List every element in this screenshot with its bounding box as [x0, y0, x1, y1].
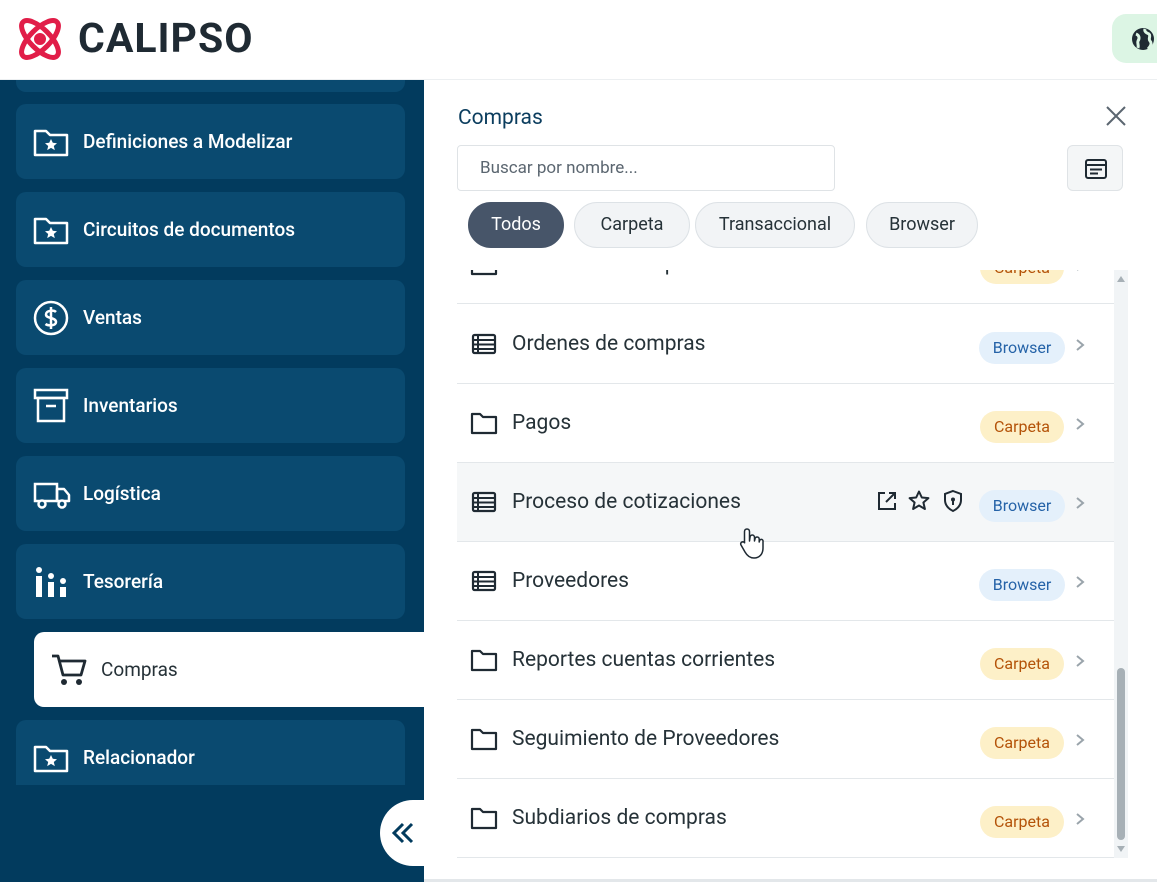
language-button[interactable]	[1112, 14, 1157, 63]
filter-chip-carpeta[interactable]: Carpeta	[574, 202, 690, 248]
sidebar-item-label: Logística	[83, 482, 161, 505]
list-view-icon	[1085, 159, 1107, 179]
chevron-right-icon	[1076, 339, 1085, 351]
sidebar-item-logistica[interactable]: Logística	[16, 456, 405, 531]
type-badge: Carpeta	[980, 411, 1064, 443]
type-badge: Carpeta	[980, 270, 1064, 284]
view-toggle-button[interactable]	[1067, 145, 1123, 191]
type-badge: Carpeta	[980, 727, 1064, 759]
list-icon	[471, 491, 497, 513]
shopping-cart-icon	[52, 654, 87, 685]
item-name: Proceso de cotizaciones	[512, 490, 741, 514]
shield-icon[interactable]	[941, 489, 965, 513]
list-scrollbar[interactable]	[1114, 270, 1128, 858]
double-chevron-left-icon	[391, 822, 414, 844]
dollar-circle-icon	[33, 300, 69, 336]
list-item[interactable]: Proveedores Browser	[457, 542, 1114, 621]
chevron-right-icon	[1076, 655, 1085, 667]
sidebar-item-label: Definiciones a Modelizar	[83, 130, 293, 153]
filter-chip-todos[interactable]: Todos	[468, 202, 564, 248]
type-badge: Browser	[979, 332, 1065, 364]
chevron-right-icon	[1076, 734, 1085, 746]
type-badge: Carpeta	[980, 806, 1064, 838]
sidebar-item-partial[interactable]	[16, 80, 405, 92]
star-icon[interactable]	[907, 489, 931, 513]
folder-icon	[470, 270, 498, 276]
item-name: Pagos	[512, 411, 572, 435]
compras-panel: Compras Todos Carpeta Transaccional Brow…	[424, 80, 1157, 882]
scroll-down-arrow-icon[interactable]	[1117, 846, 1125, 852]
items-list: Ordenes de compras Carpeta Ordenes de co…	[457, 270, 1114, 858]
search-input[interactable]	[457, 145, 835, 191]
sidebar-item-inventarios[interactable]: Inventarios	[16, 368, 405, 443]
filter-chip-browser[interactable]: Browser	[866, 202, 978, 248]
type-badge: Carpeta	[980, 648, 1064, 680]
folder-icon	[470, 728, 498, 751]
sidebar-item-label: Inventarios	[83, 394, 178, 417]
globe-icon	[1132, 28, 1154, 51]
list-icon	[471, 333, 497, 355]
sidebar-item-label: Ventas	[83, 306, 142, 329]
sidebar-item-tesoreria[interactable]: Tesorería	[16, 544, 405, 619]
folder-star-icon	[33, 217, 69, 245]
item-name: Ordenes de compras	[512, 332, 706, 356]
sidebar-item-label: Circuitos de documentos	[83, 218, 296, 241]
list-item[interactable]: Subdiarios de compras Carpeta	[457, 779, 1114, 858]
list-icon	[471, 570, 497, 592]
panel-title: Compras	[458, 106, 543, 130]
sidebar-item-definiciones[interactable]: Definiciones a Modelizar	[16, 104, 405, 179]
calipso-logo-icon	[19, 18, 61, 60]
folder-icon	[470, 807, 498, 830]
list-item[interactable]: Reportes cuentas corrientes Carpeta	[457, 621, 1114, 700]
close-icon[interactable]	[1104, 104, 1128, 128]
scroll-up-arrow-icon[interactable]	[1117, 276, 1125, 282]
filter-chip-transaccional[interactable]: Transaccional	[695, 202, 855, 248]
chevron-right-icon	[1077, 270, 1079, 271]
item-name: Reportes cuentas corrientes	[512, 648, 776, 672]
type-badge: Browser	[979, 569, 1065, 601]
item-name: Ordenes de compras	[512, 270, 705, 304]
item-name: Seguimiento de Proveedores	[512, 727, 780, 751]
open-external-icon[interactable]	[875, 489, 899, 513]
archive-box-icon	[33, 388, 69, 423]
folder-icon	[470, 649, 498, 672]
hand-pointer-cursor-icon	[739, 528, 764, 559]
folder-star-icon	[33, 129, 69, 157]
chevron-right-icon	[1076, 497, 1085, 509]
sidebar-item-label: Compras	[101, 658, 178, 681]
folder-star-icon	[33, 745, 69, 773]
sidebar-item-compras[interactable]: Compras	[34, 632, 424, 707]
sidebar-item-label: Relacionador	[83, 746, 195, 769]
list-item[interactable]: Ordenes de compras Carpeta	[457, 270, 1114, 304]
item-name: Proveedores	[512, 569, 630, 593]
item-name: Subdiarios de compras	[512, 806, 727, 830]
chevron-right-icon	[1076, 418, 1085, 430]
scrollbar-thumb[interactable]	[1117, 668, 1125, 840]
list-item[interactable]: Seguimiento de Proveedores Carpeta	[457, 700, 1114, 779]
bars-chart-icon	[36, 567, 66, 597]
sidebar-footer	[0, 785, 424, 882]
chevron-right-icon	[1076, 813, 1085, 825]
sidebar-item-relacionador[interactable]: Relacionador	[16, 720, 405, 795]
list-item[interactable]: Pagos Carpeta	[457, 384, 1114, 463]
sidebar-item-label: Tesorería	[83, 570, 164, 593]
sidebar-item-ventas[interactable]: Ventas	[16, 280, 405, 355]
chevron-right-icon	[1076, 576, 1085, 588]
truck-icon	[33, 482, 71, 509]
brand-name: CALIPSO	[78, 15, 254, 63]
folder-icon	[470, 412, 498, 435]
app-header: CALIPSO	[0, 0, 1157, 80]
type-badge: Browser	[979, 490, 1065, 522]
list-item[interactable]: Proceso de cotizaciones Browser	[457, 463, 1114, 542]
sidebar: Definiciones a Modelizar Circuitos de do…	[0, 80, 424, 882]
sidebar-item-circuitos[interactable]: Circuitos de documentos	[16, 192, 405, 267]
list-item[interactable]: Ordenes de compras Browser	[457, 305, 1114, 384]
